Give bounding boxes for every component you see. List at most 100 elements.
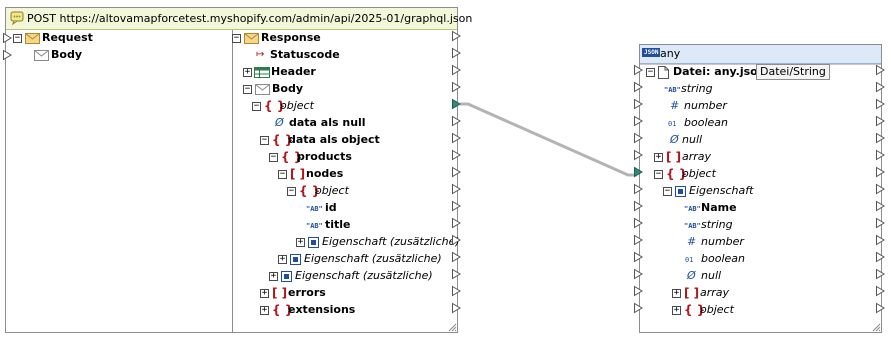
envelope-icon bbox=[34, 50, 49, 61]
extensions-label: extensions bbox=[288, 303, 356, 316]
expand-toggle[interactable]: + bbox=[278, 255, 287, 264]
array-icon: [ ] bbox=[272, 286, 288, 300]
request-label: Request bbox=[42, 31, 93, 44]
data-object-label: data als object bbox=[288, 133, 380, 146]
right-component-titlebar[interactable]: JSON any bbox=[640, 45, 881, 64]
boolean-label: boolean bbox=[684, 116, 728, 129]
eigenschaft-label: Eigenschaft (zusätzliche) bbox=[322, 235, 460, 248]
collapse-toggle[interactable]: − bbox=[278, 170, 287, 179]
response-body-label: Body bbox=[272, 82, 303, 95]
expand-toggle[interactable]: + bbox=[672, 306, 681, 315]
connected-output-port bbox=[452, 98, 461, 110]
resize-grip-icon[interactable] bbox=[872, 323, 881, 332]
output-port bbox=[452, 285, 461, 297]
header-label: Header bbox=[271, 65, 316, 78]
right-output-ports[interactable] bbox=[876, 62, 888, 327]
output-port bbox=[452, 30, 461, 42]
null-icon: Ø bbox=[670, 133, 679, 146]
expand-toggle[interactable]: + bbox=[243, 68, 252, 77]
file-string-button[interactable]: Datei/String bbox=[756, 64, 830, 80]
boolean-icon: 01 bbox=[668, 120, 677, 128]
output-port bbox=[452, 268, 461, 280]
output-port bbox=[452, 302, 461, 314]
output-port bbox=[452, 47, 461, 59]
resize-grip-icon[interactable] bbox=[448, 323, 457, 332]
e-null-label: null bbox=[701, 269, 722, 282]
output-port bbox=[452, 81, 461, 93]
null-icon: Ø bbox=[687, 269, 696, 282]
string-icon: "AB" bbox=[306, 222, 323, 230]
object-label: object bbox=[682, 167, 716, 180]
collapse-toggle[interactable]: − bbox=[646, 68, 655, 77]
collapse-toggle[interactable]: − bbox=[243, 85, 252, 94]
left-component-titlebar[interactable]: POST https://altovamapforcetest.myshopif… bbox=[6, 8, 472, 30]
property-icon bbox=[308, 237, 319, 248]
request-body-label: Body bbox=[51, 48, 82, 61]
left-output-ports[interactable] bbox=[452, 28, 464, 328]
e-boolean-label: boolean bbox=[701, 252, 745, 265]
number-label: number bbox=[684, 99, 727, 112]
collapse-toggle[interactable]: − bbox=[13, 34, 22, 43]
collapse-toggle[interactable]: − bbox=[260, 136, 269, 145]
null-label: null bbox=[682, 133, 703, 146]
number-icon: # bbox=[670, 99, 680, 112]
expand-toggle[interactable]: + bbox=[260, 289, 269, 298]
eigenschaft-label: Eigenschaft bbox=[689, 184, 754, 197]
number-icon: # bbox=[687, 235, 697, 248]
output-port bbox=[452, 200, 461, 212]
collapse-toggle[interactable]: − bbox=[232, 34, 241, 43]
envelope-icon bbox=[25, 33, 40, 44]
output-port bbox=[452, 234, 461, 246]
envelope-icon bbox=[244, 33, 259, 44]
name-label: Name bbox=[701, 201, 737, 214]
array-label: array bbox=[682, 150, 712, 163]
collapse-toggle[interactable]: − bbox=[287, 187, 296, 196]
string-icon: "AB" bbox=[684, 205, 701, 213]
nodes-label: nodes bbox=[306, 167, 344, 180]
request-input-port[interactable] bbox=[3, 33, 12, 43]
statuscode-label: Statuscode bbox=[270, 48, 340, 61]
products-label: products bbox=[297, 150, 352, 163]
e-array-label: array bbox=[700, 286, 730, 299]
string-label: string bbox=[681, 82, 713, 95]
expand-toggle[interactable]: + bbox=[672, 289, 681, 298]
collapse-toggle[interactable]: − bbox=[663, 187, 672, 196]
expand-toggle[interactable]: + bbox=[269, 272, 278, 281]
eigenschaft-label: Eigenschaft (zusätzliche) bbox=[295, 269, 433, 282]
array-icon: [ ] bbox=[684, 286, 700, 300]
collapse-toggle[interactable]: − bbox=[252, 102, 261, 111]
divider bbox=[232, 30, 233, 332]
errors-label: errors bbox=[288, 286, 326, 299]
table-icon bbox=[254, 67, 270, 78]
collapse-toggle[interactable]: − bbox=[654, 170, 663, 179]
response-label: Response bbox=[261, 31, 321, 44]
object-label: object bbox=[280, 99, 314, 112]
property-icon bbox=[281, 271, 292, 282]
right-component-title: any bbox=[660, 47, 681, 60]
left-component-title: POST https://altovamapforcetest.myshopif… bbox=[27, 12, 473, 25]
right-input-ports[interactable] bbox=[634, 62, 646, 327]
output-port bbox=[452, 251, 461, 263]
boolean-icon: 01 bbox=[685, 256, 694, 264]
expand-toggle[interactable]: + bbox=[260, 306, 269, 315]
envelope-icon bbox=[255, 84, 270, 95]
property-icon bbox=[290, 254, 301, 265]
request-body-input-port[interactable] bbox=[3, 50, 12, 60]
output-port bbox=[452, 166, 461, 178]
output-port bbox=[452, 217, 461, 229]
output-port bbox=[452, 115, 461, 127]
array-icon: [ ] bbox=[666, 150, 682, 164]
collapse-toggle[interactable]: − bbox=[269, 153, 278, 162]
data-null-label: data als null bbox=[289, 116, 366, 129]
e-number-label: number bbox=[701, 235, 744, 248]
json-badge-icon: JSON bbox=[642, 48, 661, 57]
statuscode-icon: ↦ bbox=[256, 49, 265, 60]
title-label: title bbox=[325, 218, 351, 231]
expand-toggle[interactable]: + bbox=[296, 238, 305, 247]
output-port bbox=[452, 132, 461, 144]
output-port bbox=[452, 149, 461, 161]
array-icon: [ ] bbox=[290, 167, 306, 181]
expand-toggle[interactable]: + bbox=[654, 153, 663, 162]
e-object-label: object bbox=[700, 303, 734, 316]
api-call-icon bbox=[10, 11, 24, 25]
